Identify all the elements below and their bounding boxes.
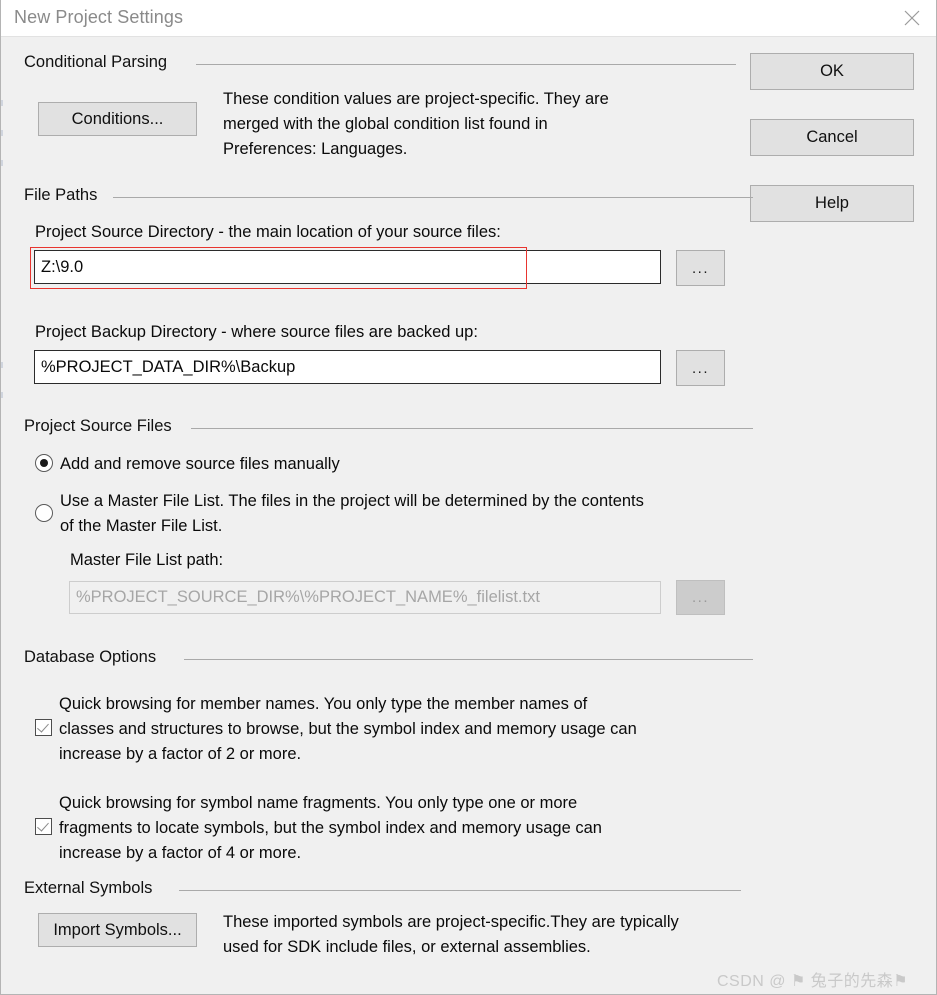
master-file-list-browse-button[interactable]: ... (676, 580, 725, 615)
conditional-parsing-description: These condition values are project-speci… (223, 90, 609, 158)
external-symbols-description: These imported symbols are project-speci… (223, 913, 679, 956)
edge-artifact (1, 100, 3, 106)
backup-directory-label: Project Backup Directory - where source … (35, 323, 478, 341)
group-title-file-paths: File Paths (24, 186, 107, 205)
checkbox-quick-browsing-symbol-fragments[interactable] (35, 818, 52, 835)
group-title-conditional-parsing: Conditional Parsing (24, 53, 177, 72)
checkbox-label-quick-browsing-member-names: Quick browsing for member names. You onl… (59, 695, 637, 763)
checkbox-label-quick-browsing-symbol-fragments: Quick browsing for symbol name fragments… (59, 794, 602, 862)
radio-use-master-file-list[interactable] (35, 504, 53, 522)
master-file-list-path-label: Master File List path: (70, 551, 224, 569)
backup-directory-input[interactable] (34, 350, 661, 384)
group-title-database-options: Database Options (24, 648, 166, 667)
edge-artifact (1, 392, 3, 398)
close-button[interactable] (886, 0, 936, 36)
source-directory-label: Project Source Directory - the main loca… (35, 223, 501, 241)
window-title: New Project Settings (14, 7, 184, 27)
group-divider (179, 890, 741, 891)
title-bar: New Project Settings (1, 0, 936, 37)
group-title-project-source-files: Project Source Files (24, 417, 181, 436)
radio-label-use-master-file-list: Use a Master File List. The files in the… (60, 492, 644, 535)
import-symbols-button[interactable]: Import Symbols... (38, 913, 197, 947)
source-directory-input[interactable] (34, 250, 661, 284)
backup-directory-browse-button[interactable]: ... (676, 350, 725, 386)
new-project-settings-dialog: New Project Settings OK Cancel Help Cond… (0, 0, 937, 995)
ok-button[interactable]: OK (750, 53, 914, 90)
close-icon (904, 10, 920, 26)
edge-artifact (1, 160, 3, 166)
source-directory-browse-button[interactable]: ... (676, 250, 725, 286)
conditions-button[interactable]: Conditions... (38, 102, 197, 136)
group-title-external-symbols: External Symbols (24, 879, 162, 898)
radio-label-add-remove-manually: Add and remove source files manually (60, 455, 340, 473)
checkbox-quick-browsing-member-names[interactable] (35, 719, 52, 736)
group-divider (184, 659, 753, 660)
edge-artifact (1, 130, 3, 136)
group-divider (113, 197, 753, 198)
group-divider (196, 64, 736, 65)
watermark: CSDN @ ⚑ 兔子的先森⚑ (717, 973, 909, 990)
cancel-button[interactable]: Cancel (750, 119, 914, 156)
radio-add-remove-manually[interactable] (35, 454, 53, 472)
help-button[interactable]: Help (750, 185, 914, 222)
master-file-list-path-input[interactable] (69, 581, 661, 614)
group-divider (191, 428, 753, 429)
edge-artifact (1, 362, 3, 368)
